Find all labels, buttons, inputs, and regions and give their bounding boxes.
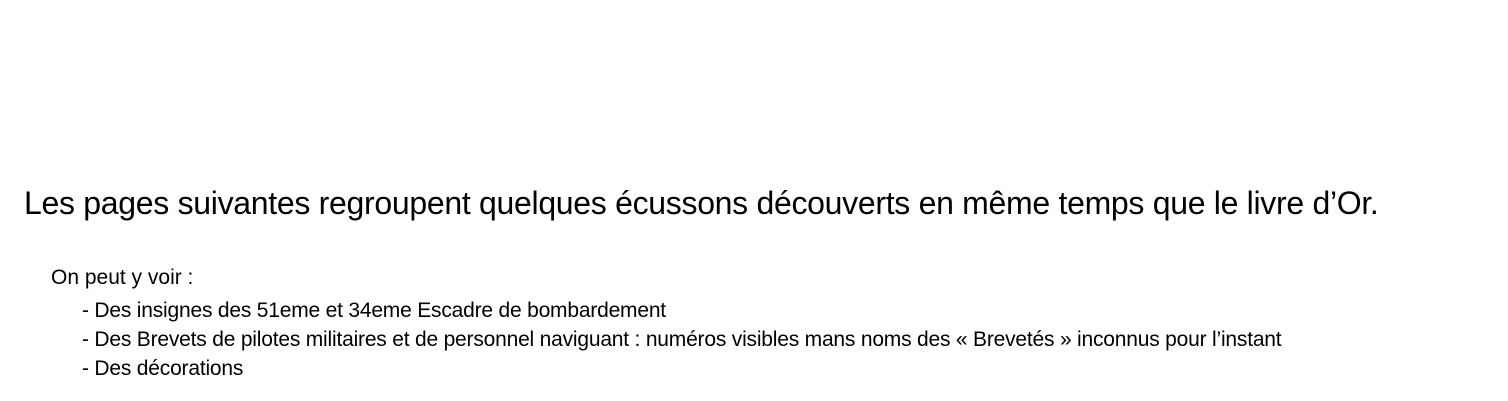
bullet-list: - Des insignes des 51eme et 34eme Escadr… (82, 296, 1282, 383)
list-item: - Des insignes des 51eme et 34eme Escadr… (82, 299, 666, 322)
slide-heading: Les pages suivantes regroupent quelques … (24, 185, 1379, 221)
list-item: - Des décorations (82, 357, 244, 380)
slide-page: Les pages suivantes regroupent quelques … (0, 0, 1508, 401)
list-item: - Des Brevets de pilotes militaires et d… (82, 328, 1282, 351)
intro-text: On peut y voir : (51, 266, 194, 289)
